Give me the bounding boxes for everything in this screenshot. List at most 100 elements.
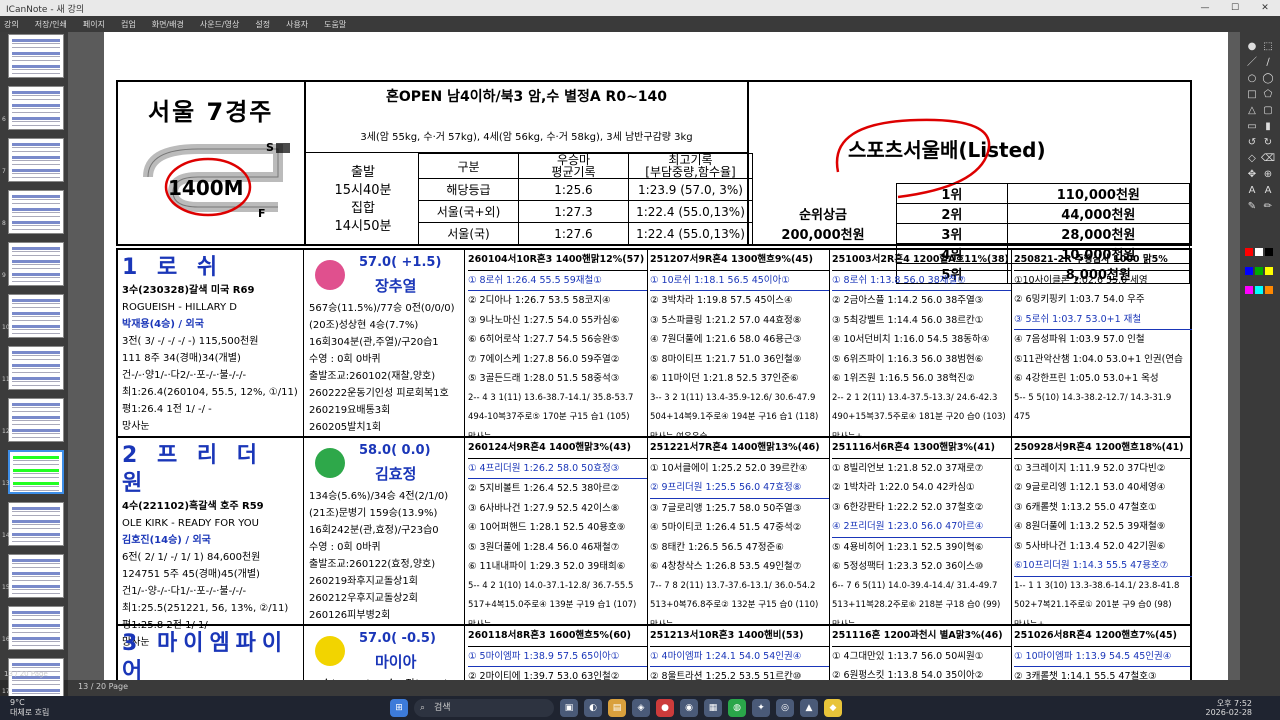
menu-item[interactable]: 페이지: [83, 19, 105, 30]
app-icon[interactable]: ◐: [584, 699, 602, 717]
pencil-icon[interactable]: ✏: [1260, 200, 1276, 214]
prize-rank: 3위: [896, 223, 1008, 244]
rect-icon[interactable]: ▢: [1260, 104, 1276, 118]
thumbnail-line: [12, 177, 60, 178]
horse-stat: 건1/-·양-/-·다1/-·포-/-·불-/-/-: [122, 586, 247, 597]
thumbnail-line: [12, 641, 60, 642]
app-icon[interactable]: ◆: [824, 699, 842, 717]
menu-item[interactable]: 사운드/영상: [200, 19, 240, 30]
menu-item[interactable]: 사용자: [286, 19, 308, 30]
undo-icon[interactable]: ↺: [1244, 136, 1260, 150]
close-button[interactable]: ✕: [1250, 0, 1280, 16]
thumbnail-bar: [12, 247, 60, 250]
app-icon[interactable]: ◎: [776, 699, 794, 717]
line-icon[interactable]: ∕: [1260, 56, 1276, 70]
page-thumbnail[interactable]: [8, 86, 64, 130]
app-icon[interactable]: ◍: [728, 699, 746, 717]
thumbnail-line: [12, 43, 60, 44]
menu-item[interactable]: 설정: [255, 19, 270, 30]
page-thumbnail[interactable]: [8, 190, 64, 234]
thumbnail-line: [12, 576, 60, 577]
text-icon[interactable]: A: [1244, 184, 1260, 198]
ellipse-icon[interactable]: ◯: [1260, 72, 1276, 86]
pentagon-icon[interactable]: ⬠: [1260, 88, 1276, 102]
thumbnail-line: [12, 164, 60, 165]
race-result-row: ① 5마이엠파 1:38.9 57.5 65이아①: [468, 647, 647, 667]
search-box[interactable]: ⌕ 검색: [414, 699, 554, 717]
circle-icon[interactable]: ○: [1244, 72, 1260, 86]
canvas-area[interactable]: 서울 7경주 S F 1400M 혼OPEN 남4이하/북3 암,수 별정A R…: [68, 32, 1240, 696]
menu-item[interactable]: 화면/배경: [152, 19, 184, 30]
race-sheet-page[interactable]: 서울 7경주 S F 1400M 혼OPEN 남4이하/북3 암,수 별정A R…: [104, 32, 1228, 696]
font-icon[interactable]: A: [1260, 184, 1276, 198]
past-race-column: 250821-2R 주행심사 1000 맑5% ①10사이클론 1:02.6 55…: [1012, 250, 1192, 436]
color-swatch[interactable]: [1265, 267, 1273, 275]
page-thumbnail[interactable]: [8, 242, 64, 286]
menu-item[interactable]: 강의: [4, 19, 19, 30]
app-icon[interactable]: ▦: [704, 699, 722, 717]
race-result-row: ③ 5스파클링 1:21.2 57.0 44효정⑧: [650, 314, 802, 326]
clear-icon[interactable]: ⌫: [1260, 152, 1276, 166]
race-result-row: ③ 7글로리앵 1:25.7 58.0 50주열③: [650, 502, 802, 514]
eraser-icon[interactable]: ◇: [1244, 152, 1260, 166]
page-thumbnail[interactable]: [8, 450, 64, 494]
race-heading: 251116혼 1200과천시 별A맑3%(46): [832, 626, 1011, 647]
zoom-icon[interactable]: ⊕: [1260, 168, 1276, 182]
minimize-button[interactable]: —: [1190, 0, 1220, 16]
app-icon[interactable]: ▣: [560, 699, 578, 717]
pen-icon[interactable]: ／: [1244, 56, 1260, 70]
jockey-info: 58.0( 0.0) 김효정 134승(5.6%)/34승 4전(2/1/0) (21…: [305, 438, 465, 624]
brush-icon[interactable]: ✎: [1244, 200, 1260, 214]
menu-item[interactable]: 컵업: [121, 19, 136, 30]
maximize-button[interactable]: ☐: [1220, 0, 1250, 16]
color-swatch[interactable]: [1255, 248, 1263, 256]
jockey-stat: 16회304분(관,주열)/구20습1: [309, 337, 439, 348]
thumbnail-bar: [12, 533, 60, 536]
marker-icon[interactable]: ▮: [1260, 120, 1276, 134]
thumbnail-bar: [12, 156, 60, 159]
color-swatch[interactable]: [1255, 286, 1263, 294]
folder-icon[interactable]: ▤: [608, 699, 626, 717]
page-thumbnail[interactable]: [8, 138, 64, 182]
color-swatch[interactable]: [1265, 248, 1273, 256]
past-race-column: 251003서2R혼4 1200혈A흐11%(38) ① 8로쉬 1:13.8 5…: [830, 250, 1012, 436]
page-thumbnail[interactable]: [8, 606, 64, 650]
record-icon[interactable]: ●: [1244, 40, 1260, 54]
page-thumbnail[interactable]: [8, 502, 64, 546]
past-race-column: 251116서6R혼4 1300핸맑3%(41) ① 8빌리언보 1:21.8 5…: [830, 438, 1012, 624]
app-icon[interactable]: ▲: [800, 699, 818, 717]
select-icon[interactable]: ⬚: [1260, 40, 1276, 54]
browser-icon[interactable]: ◉: [680, 699, 698, 717]
page-thumbnail[interactable]: [8, 398, 64, 442]
race-result-row: ③ 6캐롤챗 1:13.2 55.0 47철호①: [1014, 501, 1157, 513]
app-icon[interactable]: ✦: [752, 699, 770, 717]
app-icon[interactable]: ●: [656, 699, 674, 717]
menu-item[interactable]: 저장/인쇄: [35, 19, 67, 30]
menu-item[interactable]: 도움말: [324, 19, 346, 30]
page-thumbnail[interactable]: [8, 294, 64, 338]
move-icon[interactable]: ✥: [1244, 168, 1260, 182]
gather-time: 14시50분: [334, 219, 392, 234]
page-thumbnail[interactable]: [8, 554, 64, 598]
page-thumbnail[interactable]: [8, 34, 64, 78]
color-swatch[interactable]: [1245, 248, 1253, 256]
square-icon[interactable]: □: [1244, 88, 1260, 102]
page-thumbnail[interactable]: [8, 346, 64, 390]
past-race-column: 250928서9R혼4 1200핸흐18%(41) ① 3크레이지 1:11.9 …: [1012, 438, 1192, 624]
color-swatch[interactable]: [1265, 286, 1273, 294]
record-header: 구분: [418, 153, 519, 179]
color-swatch[interactable]: [1245, 267, 1253, 275]
weather-widget[interactable]: 9°C 대체로 흐림: [10, 698, 49, 718]
triangle-icon[interactable]: △: [1244, 104, 1260, 118]
weight-rules: 3세(암 55kg, 수·거 57kg), 4세(암 56kg, 수·거 58k…: [360, 132, 693, 143]
redo-icon[interactable]: ↻: [1260, 136, 1276, 150]
app-icon[interactable]: ◈: [632, 699, 650, 717]
color-swatch[interactable]: [1255, 267, 1263, 275]
color-swatch[interactable]: [1245, 286, 1253, 294]
thumbnail-line: [12, 680, 60, 681]
thumbnail-line: [12, 320, 60, 321]
clock[interactable]: 오후 7:52 2026-02-28: [1206, 699, 1253, 717]
race-result-row: ⑤ 5사바나건 1:13.4 52.0 42기원⑥: [1014, 540, 1166, 552]
start-icon[interactable]: ⊞: [390, 699, 408, 717]
highlight-icon[interactable]: ▭: [1244, 120, 1260, 134]
